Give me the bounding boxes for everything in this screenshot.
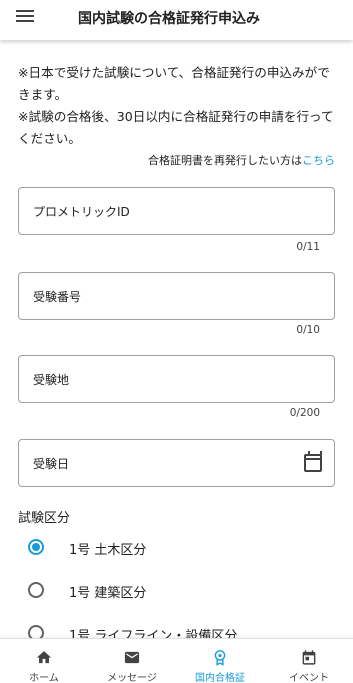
- exam-number-field[interactable]: 受験番号: [18, 272, 335, 320]
- page-title: 国内試験の合格証発行申込み: [78, 11, 260, 27]
- exam-number-counter: 0/10: [296, 324, 320, 336]
- prometric-id-counter: 0/11: [296, 241, 320, 253]
- nav-item-home[interactable]: ホーム: [0, 639, 88, 683]
- award-icon: [214, 650, 226, 666]
- nav-item-label: ホーム: [29, 673, 59, 683]
- notice-line-1: ※日本で受けた試験について、合格証発行の申込みができます。: [18, 65, 330, 102]
- exam-date-field[interactable]: 受験日: [18, 439, 335, 487]
- notice-line-2: ※試験の合格後、30日以内に合格証発行の申請を行ってください。: [18, 109, 334, 146]
- radio-option-label: 1号 土木区分: [69, 543, 147, 558]
- prometric-id-field[interactable]: プロメトリックID: [18, 187, 335, 235]
- reissue-row: 合格証明書を再発行したい方はこちら: [148, 152, 335, 168]
- hamburger-menu-icon[interactable]: [16, 9, 34, 23]
- exam-location-field[interactable]: 受験地: [18, 355, 335, 403]
- radio-option-label: 1号 ライフライン・設備区分: [69, 629, 238, 638]
- nav-item-label: イベント: [289, 673, 329, 683]
- event-calendar-icon: [302, 650, 316, 665]
- nav-item-label: 国内合格証: [195, 673, 245, 683]
- notice-text: ※日本で受けた試験について、合格証発行の申込みができます。 ※試験の合格後、30…: [18, 62, 340, 150]
- home-icon: [36, 651, 52, 664]
- nav-item-certificate[interactable]: 国内合格証: [176, 639, 264, 683]
- nav-item-label: メッセージ: [107, 673, 157, 683]
- mail-icon: [124, 651, 140, 664]
- bottom-navigation: ホーム メッセージ 国内合格証 イベント: [0, 638, 353, 683]
- exam-category-label: 試験区分: [18, 511, 71, 526]
- reissue-link[interactable]: こちら: [302, 154, 335, 167]
- app-header: 国内試験の合格証発行申込み: [0, 0, 353, 40]
- calendar-icon[interactable]: [304, 451, 322, 472]
- reissue-text: 合格証明書を再発行したい方は: [148, 154, 302, 167]
- nav-item-events[interactable]: イベント: [265, 639, 353, 683]
- nav-item-messages[interactable]: メッセージ: [88, 639, 176, 683]
- radio-button[interactable]: [28, 625, 44, 638]
- radio-button-selected[interactable]: [28, 539, 44, 555]
- radio-button[interactable]: [28, 582, 44, 598]
- exam-location-counter: 0/200: [289, 407, 320, 419]
- radio-option-label: 1号 建築区分: [69, 586, 147, 601]
- main-content[interactable]: ※日本で受けた試験について、合格証発行の申込みができます。 ※試験の合格後、30…: [0, 40, 353, 638]
